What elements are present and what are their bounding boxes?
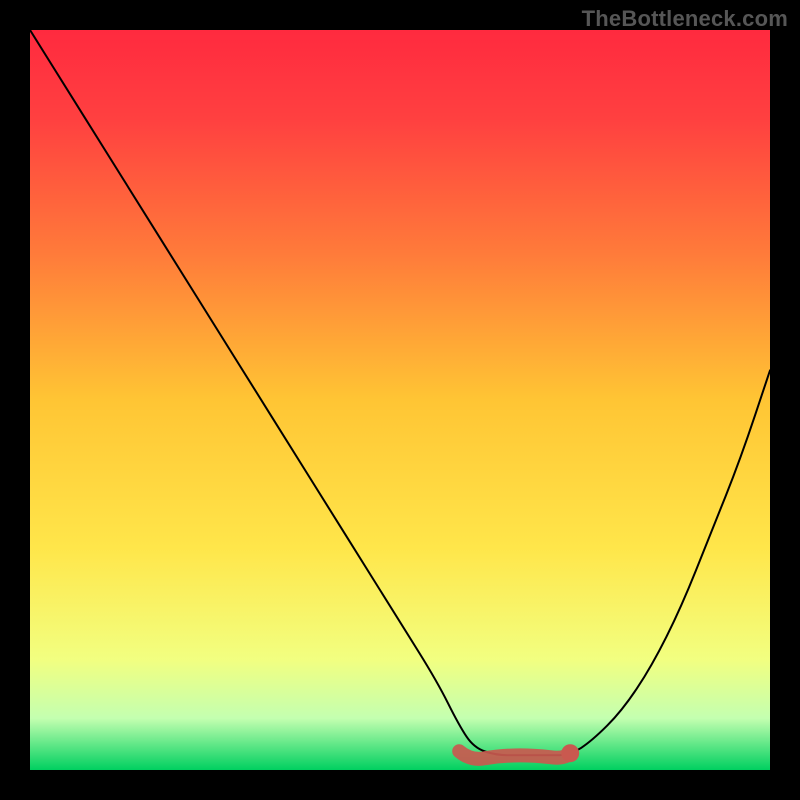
chart-frame: TheBottleneck.com [0, 0, 800, 800]
optimal-range-marker [459, 751, 570, 759]
optimal-end-dot [561, 744, 579, 762]
bottleneck-plot [30, 30, 770, 770]
site-watermark: TheBottleneck.com [582, 6, 788, 32]
chart-background [30, 30, 770, 770]
